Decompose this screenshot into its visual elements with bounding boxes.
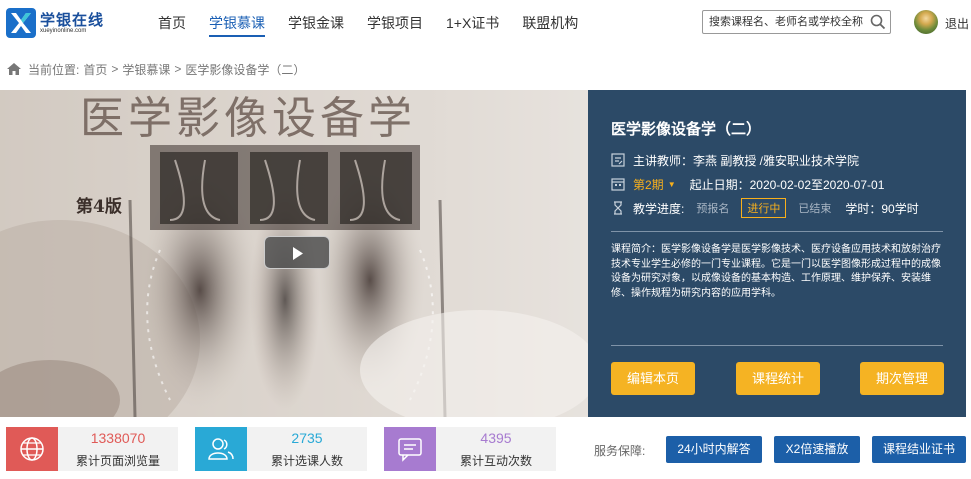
site-header: 学银在线 xueyinonline.com 首页 学银慕课 学银金课 学银项目 …	[0, 0, 971, 46]
search-box	[702, 10, 891, 34]
service-24h-answer-button[interactable]: 24小时内解答	[666, 436, 762, 463]
breadcrumb-mooc[interactable]: 学银慕课	[122, 61, 170, 78]
stat-label: 累计互动次数	[459, 454, 532, 468]
chat-icon	[384, 427, 436, 471]
stat-value: 4395	[480, 430, 512, 446]
nav-home[interactable]: 首页	[158, 13, 186, 37]
course-hours: 学时：90学时	[845, 201, 919, 216]
period-management-button[interactable]: 期次管理	[860, 362, 944, 395]
stat-value: 2735	[291, 430, 323, 446]
course-video-player[interactable]: 医学影像设备学 第4版	[0, 90, 588, 417]
stat-interactions: 4395 累计互动次数	[384, 427, 556, 471]
course-info-panel: 医学影像设备学（二） 主讲教师：李燕 副教授 /雅安职业技术学院 第2期 ▼ 起…	[588, 90, 966, 417]
breadcrumb-separator: >	[111, 62, 119, 76]
nav-1x-certificate[interactable]: 1+X证书	[446, 13, 499, 37]
teacher-icon	[611, 153, 625, 167]
breadcrumb-home[interactable]: 首页	[83, 61, 107, 78]
stage-pre-enroll: 预报名	[696, 203, 730, 215]
users-icon	[195, 427, 247, 471]
service-2x-speed-button[interactable]: X2倍速播放	[774, 436, 860, 463]
stat-label: 累计选课人数	[270, 454, 343, 468]
stage-ended: 已结束	[798, 203, 832, 215]
hourglass-icon	[614, 201, 622, 215]
logo-mark-icon	[6, 8, 36, 38]
stage-in-progress: 进行中	[741, 198, 787, 218]
teacher-text: 主讲教师：李燕 副教授 /雅安职业技术学院	[633, 153, 860, 168]
site-logo[interactable]: 学银在线 xueyinonline.com	[6, 6, 116, 38]
service-guarantee-label: 服务保障:	[594, 444, 646, 458]
calendar-icon	[611, 178, 625, 191]
nav-gold-course[interactable]: 学银金课	[288, 13, 344, 37]
home-icon	[7, 63, 21, 75]
course-intro: 课程简介：医学影像设备学是医学影像技术、医疗设备应用技术和放射治疗技术专业学生必…	[611, 244, 941, 299]
nav-mooc[interactable]: 学银慕课	[209, 13, 265, 37]
video-cover-edition: 第4版	[76, 197, 122, 217]
logo-subtitle: xueyinonline.com	[40, 28, 87, 34]
service-certificate-button[interactable]: 课程结业证书	[872, 436, 966, 463]
course-title: 医学影像设备学（二）	[611, 121, 762, 138]
main-nav: 首页 学银慕课 学银金课 学银项目 1+X证书 联盟机构	[158, 13, 601, 37]
logout-link[interactable]: 退出	[945, 15, 969, 32]
course-statistics-button[interactable]: 课程统计	[736, 362, 820, 395]
teacher-row: 主讲教师：李燕 副教授 /雅安职业技术学院	[611, 152, 859, 168]
video-cover-title: 医学影像设备学	[80, 93, 416, 144]
breadcrumb-current: 医学影像设备学（二）	[185, 62, 306, 77]
period-row: 第2期 ▼ 起止日期：2020-02-02至2020-07-01	[611, 176, 884, 192]
breadcrumb-prefix: 当前位置:	[28, 62, 80, 77]
nav-projects[interactable]: 学银项目	[367, 13, 423, 37]
divider	[611, 231, 943, 232]
breadcrumb-separator: >	[174, 62, 182, 76]
course-dates: 起止日期：2020-02-02至2020-07-01	[689, 177, 885, 192]
stat-value: 1338070	[90, 430, 146, 446]
period-select[interactable]: 第2期	[633, 176, 664, 193]
breadcrumb: 当前位置: 首页 > 学银慕课 > 医学影像设备学（二）	[6, 60, 309, 78]
globe-icon	[6, 427, 58, 471]
nav-alliance[interactable]: 联盟机构	[522, 13, 578, 37]
stat-page-views: 1338070 累计页面浏览量	[6, 427, 178, 471]
divider	[611, 345, 943, 346]
stat-label: 累计页面浏览量	[75, 454, 160, 468]
user-avatar[interactable]	[914, 10, 938, 34]
play-icon	[293, 247, 303, 260]
edit-page-button[interactable]: 编辑本页	[611, 362, 695, 395]
search-input[interactable]	[709, 14, 864, 30]
chevron-down-icon[interactable]: ▼	[668, 180, 676, 189]
logo-title: 学银在线	[40, 12, 105, 29]
stat-enrollments: 2735 累计选课人数	[195, 427, 367, 471]
progress-row: 教学进度: 预报名 进行中 已结束 学时：90学时	[611, 198, 919, 218]
search-icon[interactable]	[870, 14, 886, 30]
progress-label: 教学进度:	[633, 201, 685, 216]
play-button[interactable]	[264, 236, 330, 269]
